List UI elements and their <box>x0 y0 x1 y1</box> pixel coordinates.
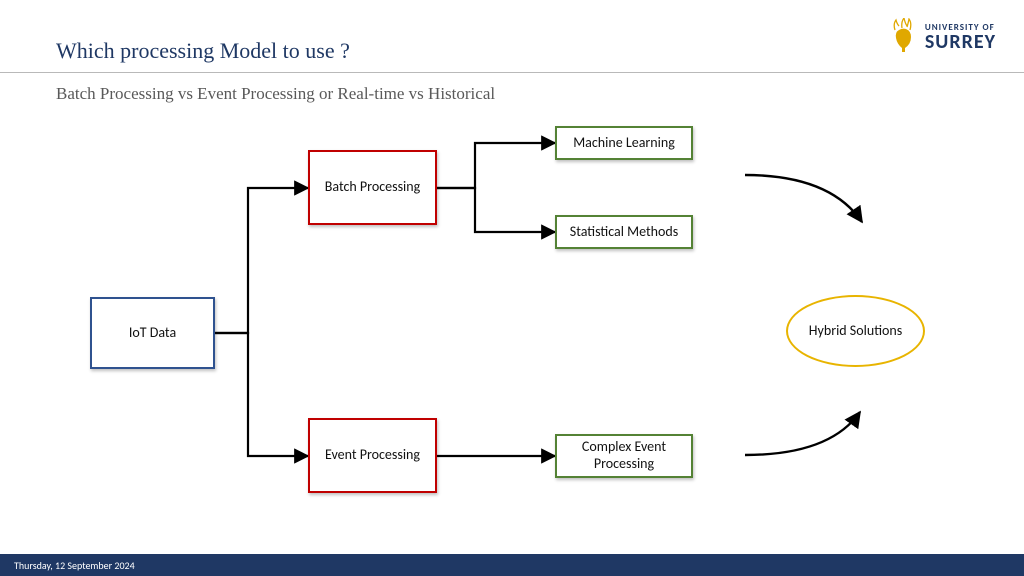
logo-line2: SURREY <box>925 32 996 52</box>
header-divider <box>0 72 1024 73</box>
node-iot-data: IoT Data <box>90 297 215 369</box>
node-hybrid-solutions: Hybrid Solutions <box>786 295 925 367</box>
node-machine-learning: Machine Learning <box>555 126 693 160</box>
node-statistical-methods: Statistical Methods <box>555 215 693 249</box>
stag-icon <box>889 18 919 57</box>
node-label: IoT Data <box>129 325 176 342</box>
node-batch-processing: Batch Processing <box>308 150 437 225</box>
node-label: Statistical Methods <box>570 224 678 241</box>
node-label: Batch Processing <box>325 179 420 196</box>
footer-date: Thursday, 12 September 2024 <box>14 559 135 572</box>
university-logo: UNIVERSITY OF SURREY <box>889 18 996 57</box>
node-label: Machine Learning <box>573 135 675 152</box>
node-label: Hybrid Solutions <box>809 323 902 340</box>
footer-bar <box>0 554 1024 576</box>
node-label: Event Processing <box>325 447 420 464</box>
node-event-processing: Event Processing <box>308 418 437 493</box>
slide: Which processing Model to use ? Batch Pr… <box>0 0 1024 576</box>
node-label: Complex Event Processing <box>563 439 685 473</box>
node-complex-event-processing: Complex Event Processing <box>555 434 693 478</box>
slide-title: Which processing Model to use ? <box>56 38 350 64</box>
slide-subtitle: Batch Processing vs Event Processing or … <box>56 84 495 104</box>
